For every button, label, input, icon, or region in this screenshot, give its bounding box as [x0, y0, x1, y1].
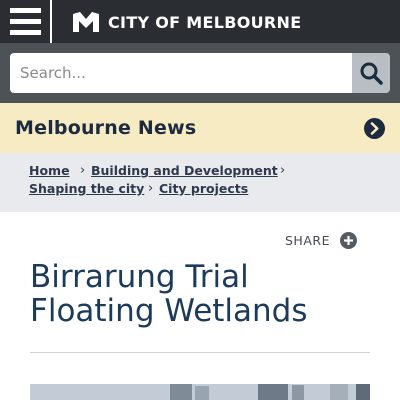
breadcrumb-separator: ›	[280, 163, 286, 178]
share-button[interactable]: SHARE	[285, 232, 357, 249]
melbourne-news-link[interactable]: Melbourne News	[0, 103, 400, 153]
search-icon	[360, 62, 383, 85]
title-divider	[30, 352, 370, 353]
breadcrumb-separator: ›	[80, 163, 86, 178]
plus-circle-icon	[340, 232, 357, 249]
share-label: SHARE	[285, 233, 330, 248]
breadcrumb-shaping-city[interactable]: Shaping the city	[29, 181, 144, 196]
menu-line	[10, 30, 41, 35]
breadcrumb-city-projects[interactable]: City projects	[159, 181, 248, 196]
news-bar-title: Melbourne News	[15, 117, 197, 139]
breadcrumb: Home › Building and Development › Shapin…	[0, 153, 400, 212]
hero-image	[30, 384, 370, 400]
breadcrumb-building-development[interactable]: Building and Development	[91, 163, 278, 178]
page-title: Birrarung Trial Floating Wetlands	[30, 259, 308, 329]
city-m-logo-icon	[73, 12, 99, 32]
city-skyline-image	[30, 384, 370, 400]
menu-line	[10, 8, 41, 13]
breadcrumb-home[interactable]: Home	[29, 163, 70, 178]
search-input[interactable]	[10, 53, 353, 93]
search-bar	[0, 43, 400, 103]
top-navigation-bar: CITY OF MELBOURNE	[0, 0, 400, 43]
hamburger-menu-icon[interactable]	[0, 0, 52, 43]
menu-line	[10, 19, 41, 24]
brand-logo-link[interactable]: CITY OF MELBOURNE	[73, 11, 301, 33]
search-button[interactable]	[352, 53, 390, 93]
brand-name: CITY OF MELBOURNE	[108, 12, 302, 32]
breadcrumb-separator: ›	[148, 181, 154, 196]
chevron-right-circle-icon[interactable]	[364, 118, 385, 139]
